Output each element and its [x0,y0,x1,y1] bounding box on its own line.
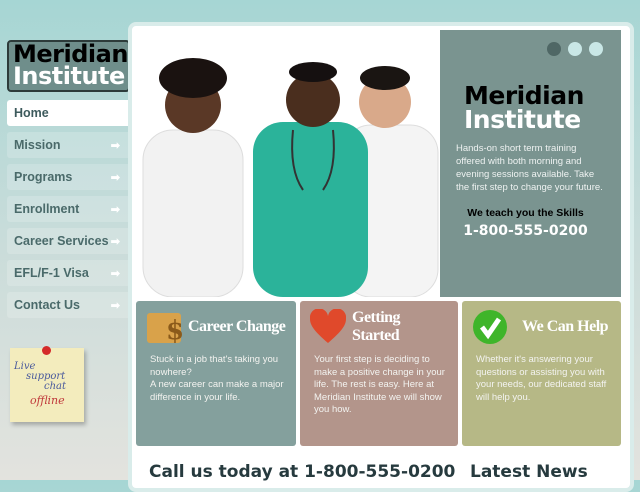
sidebar-nav: Home Mission ➡ Programs ➡ Enrollment ➡ Care… [7,100,132,324]
chat-status: offline [30,394,65,407]
live-support-chat-note[interactable]: Live support chat offline [10,346,84,422]
we-can-help-box[interactable]: We Can Help Whether it's answering your … [462,301,621,446]
nav-label: Contact Us [14,298,80,312]
slide-dot-2[interactable] [568,42,582,56]
nav-label: Programs [14,170,73,184]
logo[interactable]: Meridian Institute [7,40,130,92]
nav-item-contact-us[interactable]: Contact Us ➡ [7,292,132,318]
nav-item-enrollment[interactable]: Enrollment ➡ [7,196,132,222]
nav-item-efl-visa[interactable]: EFL/F-1 Visa ➡ [7,260,132,286]
arrow-right-icon: ➡ [110,267,120,280]
hero-tagline: We teach you the Skills [467,207,584,219]
arrow-right-icon: ➡ [110,299,120,312]
box-text: Whether it's answering your questions or… [476,354,607,403]
slider-dots [547,42,603,56]
nav-label: Home [14,106,49,120]
hero-photo-doctors [133,30,440,297]
nav-item-career-services[interactable]: Career Services ➡ [7,228,132,254]
hero-title: Meridian Institute [464,83,607,134]
nav-item-programs[interactable]: Programs ➡ [7,164,132,190]
call-us-heading: Call us today at 1-800-555-0200 [149,462,456,482]
svg-text:$: $ [166,316,182,345]
money-box-icon: $ [146,309,182,345]
hero-info-panel: Meridian Institute Hands-on short term tr… [440,30,621,297]
hero-title-line2: Institute [464,105,581,134]
nav-item-home[interactable]: Home [7,100,132,126]
heart-icon [310,309,346,345]
slide-dot-3[interactable] [589,42,603,56]
nav-label: EFL/F-1 Visa [14,266,89,280]
hero-description: Hands-on short term training offered wit… [456,143,603,193]
box-title: Career Change [188,318,286,335]
box-text: Your first step is deciding to make a po… [314,354,445,415]
arrow-right-icon: ➡ [110,171,120,184]
arrow-right-icon: ➡ [110,139,120,152]
box-text: Stuck in a job that's taking you nowhere… [150,354,284,403]
nav-item-mission[interactable]: Mission ➡ [7,132,132,158]
slide-dot-1[interactable] [547,42,561,56]
hero-slider: Meridian Institute Hands-on short term tr… [133,30,621,297]
hero-phone: 1-800-555-0200 [463,223,588,239]
getting-started-box[interactable]: Getting Started Your first step is decid… [300,301,458,446]
pushpin-icon [42,346,51,355]
doctor-figure [142,58,244,297]
career-change-box[interactable]: $ Career Change Stuck in a job that's tak… [136,301,296,446]
box-title: We Can Help [522,318,609,335]
chat-line3: chat [44,381,67,392]
arrow-right-icon: ➡ [110,235,120,248]
arrow-right-icon: ➡ [110,203,120,216]
logo-line2: Institute [13,62,125,90]
box-title: Getting Started [352,309,401,344]
nav-label: Mission [14,138,61,152]
latest-news-heading: Latest News [470,462,588,482]
nav-label: Enrollment [14,202,80,216]
doctor-figure [253,62,368,297]
nav-label: Career Services [14,234,109,248]
checkmark-icon [472,309,508,345]
